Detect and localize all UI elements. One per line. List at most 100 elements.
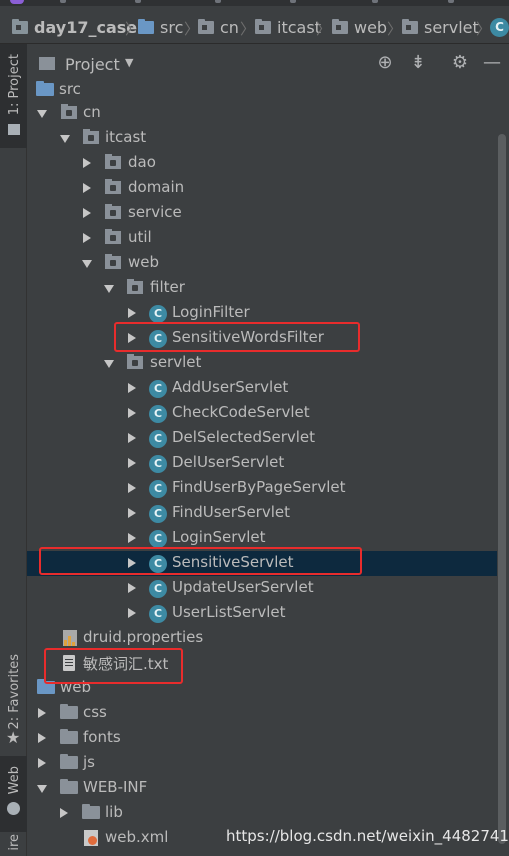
tree-item-service[interactable]: service (27, 201, 497, 226)
chevron-right-icon[interactable] (38, 733, 46, 743)
folder-icon (60, 779, 78, 794)
breadcrumb-class[interactable]: C (490, 16, 509, 38)
tree-item-label: domain (128, 178, 185, 196)
tree-item-servlet-class[interactable]: C DelSelectedServlet (27, 426, 497, 451)
chevron-right-icon[interactable] (128, 408, 136, 418)
tab-project[interactable]: 1: Project (0, 44, 27, 148)
tree-item-util[interactable]: util (27, 226, 497, 251)
tree-item-dao[interactable]: dao (27, 151, 497, 176)
class-icon: C (149, 505, 167, 523)
chevron-right-icon[interactable] (128, 608, 136, 618)
chevron-down-icon[interactable] (60, 135, 70, 143)
locate-icon[interactable]: ⊕ (374, 53, 396, 73)
chevron-down-icon[interactable] (37, 785, 47, 793)
chevron-right-icon[interactable] (38, 708, 46, 718)
chevron-right-icon[interactable] (128, 458, 136, 468)
watermark-text: https://blog.csdn.net/weixin_44827418 (226, 827, 509, 845)
chevron-right-icon[interactable] (83, 158, 91, 168)
chevron-right-icon[interactable] (128, 433, 136, 443)
tree-item-lib[interactable]: lib (27, 801, 497, 826)
toolbar-dot-icon (60, 0, 66, 3)
tab-web[interactable]: Web (0, 756, 27, 832)
project-tab-icon (8, 124, 20, 135)
chevron-right-icon[interactable] (128, 483, 136, 493)
folder-icon (60, 754, 78, 769)
package-icon (127, 354, 143, 369)
chevron-right-icon[interactable] (38, 758, 46, 768)
chevron-right-icon[interactable] (128, 508, 136, 518)
breadcrumb-label: cn (220, 17, 239, 37)
app-logo-icon (10, 0, 24, 4)
tree-item-domain[interactable]: domain (27, 176, 497, 201)
tree-item-label: AddUserServlet (172, 378, 289, 396)
chevron-right-icon[interactable] (60, 808, 68, 818)
tree-item-label: lib (105, 803, 123, 821)
breadcrumb-separator: 〉 (316, 20, 332, 38)
chevron-down-icon[interactable] (104, 285, 114, 293)
highlight-box-servlet (39, 547, 362, 575)
tree-item-servlet-class[interactable]: C DelUserServlet (27, 451, 497, 476)
minimize-icon[interactable]: — (481, 53, 503, 73)
chevron-right-icon[interactable] (83, 208, 91, 218)
tree-item-label: css (83, 703, 107, 721)
chevron-down-icon[interactable] (37, 110, 47, 118)
chevron-right-icon[interactable] (83, 233, 91, 243)
tree-item-servlet-class[interactable]: C FindUserByPageServlet (27, 476, 497, 501)
highlight-box-filter (114, 322, 360, 352)
chevron-down-icon[interactable] (82, 260, 92, 268)
tree-item-filter[interactable]: filter (27, 276, 497, 301)
tree-item-servlet[interactable]: servlet (27, 351, 497, 376)
chevron-down-icon[interactable]: ▼ (125, 56, 133, 69)
collapse-all-icon[interactable]: ⇟ (407, 53, 429, 73)
tree-item-label: servlet (150, 353, 202, 371)
tree-item-src[interactable]: src (27, 78, 497, 103)
tree-item-servlet-class[interactable]: C UserListServlet (27, 601, 497, 626)
breadcrumb-separator: 〉 (184, 20, 200, 38)
package-icon (332, 18, 348, 34)
class-icon: C (149, 380, 167, 398)
package-icon (105, 154, 121, 169)
tree-item-css[interactable]: css (27, 701, 497, 726)
left-tool-strip: 1: Project 2: Favorites ★ Web ire (0, 44, 27, 856)
class-icon: C (149, 430, 167, 448)
tree-item-servlet-class[interactable]: C UpdateUserServlet (27, 576, 497, 601)
breadcrumb-itcast[interactable]: itcast (255, 16, 321, 38)
tree-item-web-package[interactable]: web (27, 251, 497, 276)
breadcrumb-label: day17_case (34, 17, 138, 37)
properties-file-icon (63, 630, 77, 646)
tree-item-itcast[interactable]: itcast (27, 126, 497, 151)
tree-scrollbar[interactable] (498, 134, 506, 844)
toolbar-dot-icon (448, 0, 454, 3)
class-icon: C (149, 405, 167, 423)
chevron-right-icon[interactable] (128, 308, 136, 318)
chevron-right-icon[interactable] (83, 183, 91, 193)
tree-item-cn[interactable]: cn (27, 101, 497, 126)
project-panel-header: Project ▼ ⊕ ⇟ ⚙ — (27, 44, 509, 82)
tree-item-servlet-class[interactable]: C FindUserServlet (27, 501, 497, 526)
breadcrumb-web[interactable]: web (332, 16, 387, 38)
gear-icon[interactable]: ⚙ (449, 53, 471, 73)
breadcrumb-cn[interactable]: cn (198, 16, 239, 38)
tab-favorites[interactable]: 2: Favorites ★ (0, 644, 27, 754)
window-top-strip (0, 0, 509, 6)
breadcrumb-servlet[interactable]: servlet (402, 16, 479, 38)
chevron-right-icon[interactable] (128, 583, 136, 593)
tree-item-js[interactable]: js (27, 751, 497, 776)
tab-structure[interactable]: ire (0, 834, 27, 856)
breadcrumb-label: src (160, 17, 184, 37)
tree-item-servlet-class[interactable]: C AddUserServlet (27, 376, 497, 401)
tree-item-servlet-class[interactable]: C CheckCodeServlet (27, 401, 497, 426)
package-icon (83, 129, 99, 144)
chevron-right-icon[interactable] (128, 533, 136, 543)
breadcrumb-project[interactable]: day17_case (12, 16, 137, 38)
chevron-right-icon[interactable] (128, 383, 136, 393)
package-icon (105, 179, 121, 194)
tree-item-label: CheckCodeServlet (172, 403, 310, 421)
breadcrumb-src[interactable]: src (138, 16, 183, 38)
tree-item-label: UserListServlet (172, 603, 286, 621)
tree-item-web-inf[interactable]: WEB-INF (27, 776, 497, 801)
star-icon: ★ (6, 728, 21, 747)
tree-item-fonts[interactable]: fonts (27, 726, 497, 751)
project-view-title[interactable]: Project (65, 55, 120, 74)
chevron-down-icon[interactable] (104, 360, 114, 368)
